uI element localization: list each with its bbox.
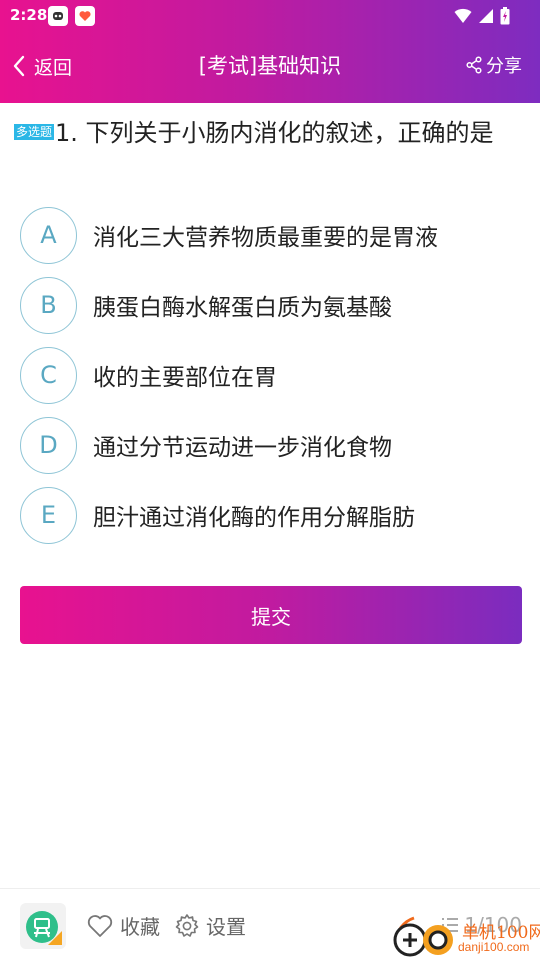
- signal-icon: [479, 9, 493, 23]
- option-b[interactable]: B 胰蛋白酶水解蛋白质为氨基酸: [20, 270, 520, 340]
- option-c[interactable]: C 收的主要部位在胃: [20, 340, 520, 410]
- option-letter: B: [20, 276, 77, 334]
- option-letter: E: [20, 486, 77, 544]
- share-button[interactable]: 分享: [466, 52, 522, 78]
- status-indicators: [454, 6, 510, 26]
- option-text: 消化三大营养物质最重要的是胃液: [93, 225, 438, 251]
- option-list: A 消化三大营养物质最重要的是胃液 B 胰蛋白酶水解蛋白质为氨基酸 C 收的主要…: [20, 200, 520, 550]
- wifi-icon: [454, 8, 472, 23]
- option-d[interactable]: D 通过分节运动进一步消化食物: [20, 410, 520, 480]
- settings-label: 设置: [206, 915, 246, 939]
- navbar: 返回 [考试]基础知识 分享: [0, 32, 540, 103]
- favorite-button[interactable]: 收藏: [86, 911, 160, 940]
- share-icon: [466, 56, 482, 74]
- page-title: [考试]基础知识: [198, 54, 342, 78]
- status-bar: 2:28: [0, 0, 540, 32]
- option-a[interactable]: A 消化三大营养物质最重要的是胃液: [20, 200, 520, 270]
- heart-icon: [87, 914, 113, 937]
- share-label: 分享: [486, 56, 522, 77]
- question-type-badge: 多选题: [14, 124, 55, 140]
- submit-button[interactable]: 提交: [20, 586, 522, 644]
- option-text: 胆汁通过消化酶的作用分解脂肪: [93, 505, 415, 531]
- settings-button[interactable]: 设置: [174, 911, 246, 940]
- question-stem: 多选题 1. 下列关于小肠内消化的叙述，正确的是: [14, 118, 526, 149]
- status-time: 2:28: [10, 6, 48, 24]
- health-app-icon: [75, 6, 95, 26]
- option-letter: A: [20, 206, 77, 264]
- option-letter: C: [20, 346, 77, 404]
- app-logo[interactable]: [20, 903, 66, 949]
- option-e[interactable]: E 胆汁通过消化酶的作用分解脂肪: [20, 480, 520, 550]
- option-letter: D: [20, 416, 77, 474]
- question-text: 1. 下列关于小肠内消化的叙述，正确的是: [55, 119, 494, 147]
- gear-icon: [175, 913, 199, 937]
- battery-icon: [500, 7, 510, 25]
- watermark-logo: [393, 916, 453, 957]
- watermark: 单机100网 danji100.com: [390, 912, 540, 960]
- option-text: 收的主要部位在胃: [93, 365, 277, 391]
- app-logo-icon: [26, 911, 62, 945]
- watermark-url: danji100.com: [458, 940, 530, 954]
- option-text: 通过分节运动进一步消化食物: [93, 435, 392, 461]
- favorite-label: 收藏: [120, 915, 160, 939]
- app-header: 2:28 返回 [考试]基础知识 分享: [0, 0, 540, 103]
- app-notification-icon: [48, 6, 68, 26]
- option-text: 胰蛋白酶水解蛋白质为氨基酸: [93, 295, 392, 321]
